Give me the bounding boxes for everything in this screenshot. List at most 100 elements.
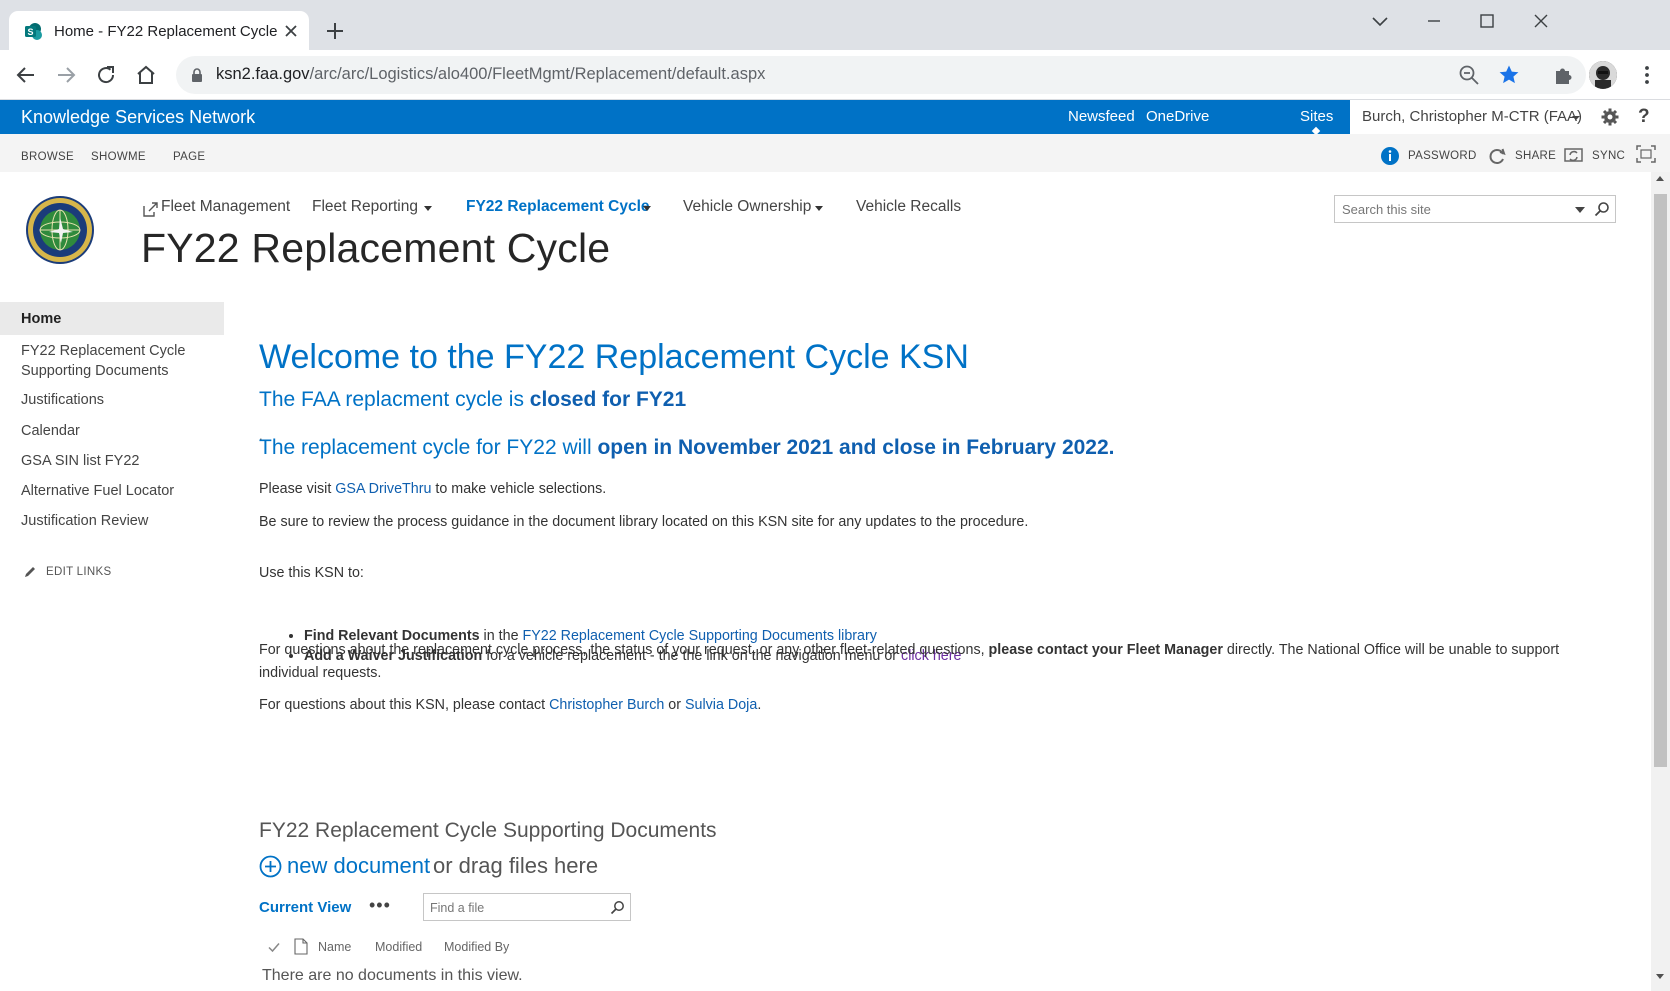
scroll-down-arrow-icon[interactable] — [1656, 974, 1664, 979]
leftnav-calendar[interactable]: Calendar — [0, 421, 224, 441]
drag-files-hint: or drag files here — [433, 853, 599, 878]
nav-fleet-reporting[interactable]: Fleet Reporting — [312, 198, 418, 216]
open-status-bold: open in November 2021 and close in Febru… — [597, 436, 1115, 459]
more-options-icon[interactable]: ••• — [369, 895, 391, 916]
suite-bar: Knowledge Services Network Newsfeed OneD… — [0, 100, 1670, 136]
search-scope-chevron-icon[interactable] — [1575, 207, 1585, 213]
column-name[interactable]: Name — [318, 940, 351, 954]
suite-link-sites[interactable]: Sites — [1300, 108, 1333, 125]
extensions-puzzle-icon[interactable] — [1552, 63, 1576, 87]
edit-top-links-icon[interactable] — [142, 200, 160, 218]
close-tab-icon[interactable] — [281, 21, 301, 41]
nav-fleet-management[interactable]: Fleet Management — [161, 198, 290, 216]
home-icon[interactable] — [134, 63, 158, 87]
maximize-icon[interactable] — [1476, 10, 1498, 32]
gear-icon[interactable] — [1601, 108, 1619, 126]
close-window-icon[interactable] — [1530, 10, 1552, 32]
reload-icon[interactable] — [94, 63, 118, 87]
closed-status-line: The FAA replacment cycle is closed for F… — [259, 388, 687, 411]
browser-menu-icon[interactable] — [1635, 63, 1659, 87]
back-arrow-icon[interactable] — [14, 63, 38, 87]
document-type-icon — [294, 938, 308, 955]
add-circle-icon[interactable] — [259, 855, 282, 878]
scroll-up-arrow-icon[interactable] — [1656, 176, 1664, 181]
suite-link-onedrive[interactable]: OneDrive — [1146, 108, 1209, 125]
ribbon: BROWSE SHOWME PAGE PASSWORD SHARE SYNC — [0, 134, 1670, 172]
contact-paragraph: For questions about this KSN, please con… — [259, 697, 762, 713]
search-placeholder: Search this site — [1342, 202, 1431, 217]
help-icon[interactable]: ? — [1638, 106, 1650, 128]
review-paragraph: Be sure to review the process guidance i… — [259, 514, 1029, 530]
use-intro: Use this KSN to: — [259, 565, 364, 581]
tab-search-chevron-icon[interactable] — [1369, 10, 1391, 32]
leftnav-supporting-documents[interactable]: Supporting Documents — [0, 361, 224, 381]
find-file-placeholder: Find a file — [430, 901, 485, 915]
gsa-drivethru-link[interactable]: GSA DriveThru — [335, 481, 431, 497]
suite-link-newsfeed[interactable]: Newsfeed — [1068, 108, 1135, 125]
visit-paragraph: Please visit GSA DriveThru to make vehic… — [259, 481, 607, 497]
leftnav-alternative-fuel-locator[interactable]: Alternative Fuel Locator — [0, 481, 224, 501]
view-toolbar: Current View ••• Find a file — [259, 893, 659, 921]
url-text[interactable]: ksn2.faa.gov/arc/arc/Logistics/alo400/Fl… — [216, 65, 765, 84]
profile-avatar[interactable] — [1589, 61, 1617, 89]
search-icon[interactable] — [1594, 201, 1610, 217]
page-title: FY22 Replacement Cycle — [141, 225, 611, 271]
library-title[interactable]: FY22 Replacement Cycle Supporting Docume… — [259, 819, 717, 843]
forward-arrow-icon[interactable] — [54, 63, 78, 87]
ribbon-tab-browse[interactable]: BROWSE — [21, 151, 74, 163]
ribbon-tab-showme[interactable]: SHOWME — [91, 151, 146, 163]
zoom-out-icon[interactable] — [1458, 64, 1480, 86]
browser-tab[interactable]: S Home - FY22 Replacement Cycle — [9, 11, 309, 51]
nav-vehicle-recalls[interactable]: Vehicle Recalls — [856, 198, 961, 216]
user-name[interactable]: Burch, Christopher M-CTR (FAA) — [1362, 108, 1582, 125]
focus-on-content-icon[interactable] — [1636, 145, 1656, 163]
brand-title[interactable]: Knowledge Services Network — [21, 107, 255, 128]
search-icon[interactable] — [610, 900, 625, 915]
bookmark-star-icon[interactable] — [1498, 64, 1520, 86]
share-label: SHARE — [1515, 150, 1557, 162]
nav-vehicle-ownership[interactable]: Vehicle Ownership — [683, 198, 811, 216]
sharepoint-favicon-icon: S — [25, 23, 42, 40]
open-status-line: The replacement cycle for FY22 will open… — [259, 436, 1115, 459]
chevron-down-icon[interactable] — [1572, 116, 1580, 120]
new-tab-icon[interactable] — [325, 21, 345, 41]
profile-photo-icon — [1589, 61, 1617, 89]
empty-view-message: There are no documents in this view. — [262, 967, 523, 984]
questions-paragraph: For questions about the replacement cycl… — [259, 642, 1560, 681]
nav-fy22-replacement-cycle[interactable]: FY22 Replacement Cycle — [466, 198, 650, 216]
leftnav-gsa-sin-list[interactable]: GSA SIN list FY22 — [0, 451, 224, 471]
find-file-input[interactable]: Find a file — [423, 893, 631, 921]
new-document-link[interactable]: new document — [287, 853, 430, 879]
column-modified[interactable]: Modified — [375, 940, 422, 954]
address-bar[interactable]: ksn2.faa.gov/arc/arc/Logistics/alo400/Fl… — [176, 56, 1586, 94]
tab-title: Home - FY22 Replacement Cycle — [54, 23, 278, 40]
replacement-cycle-chevron-icon[interactable] — [643, 206, 651, 211]
leftnav-fy22-replacement-cycle[interactable]: FY22 Replacement Cycle — [0, 341, 224, 361]
leftnav-home[interactable]: Home — [0, 302, 224, 335]
fleet-reporting-chevron-icon[interactable] — [424, 206, 432, 211]
welcome-heading: Welcome to the FY22 Replacement Cycle KS… — [259, 338, 969, 376]
sync-icon — [1564, 148, 1583, 162]
ribbon-tab-page[interactable]: PAGE — [173, 151, 205, 163]
leftnav-justification-review[interactable]: Justification Review — [0, 511, 224, 531]
christopher-burch-link[interactable]: Christopher Burch — [549, 697, 664, 713]
site-search-input[interactable]: Search this site — [1334, 195, 1616, 223]
page-scrollbar[interactable] — [1651, 172, 1670, 991]
current-view-tab[interactable]: Current View — [259, 899, 351, 916]
password-label: PASSWORD — [1408, 150, 1477, 162]
select-all-checkmark-icon[interactable] — [267, 940, 281, 954]
edit-links-label: EDIT LINKS — [46, 566, 112, 578]
scrollbar-thumb[interactable] — [1654, 194, 1667, 767]
sulvia-doja-link[interactable]: Sulvia Doja — [685, 697, 757, 713]
faa-seal-logo[interactable] — [25, 195, 95, 265]
leftnav-justifications[interactable]: Justifications — [0, 390, 224, 410]
svg-text:S: S — [27, 27, 33, 37]
column-modified-by[interactable]: Modified By — [444, 940, 509, 954]
lock-icon[interactable] — [190, 68, 204, 82]
library-column-headers: Name Modified Modified By — [259, 938, 659, 958]
user-menu[interactable]: Burch, Christopher M-CTR (FAA) ? — [1350, 100, 1670, 134]
info-icon — [1381, 147, 1399, 165]
minimize-icon[interactable] — [1423, 10, 1445, 32]
browser-toolbar: ksn2.faa.gov/arc/arc/Logistics/alo400/Fl… — [0, 50, 1670, 100]
vehicle-ownership-chevron-icon[interactable] — [815, 206, 823, 211]
